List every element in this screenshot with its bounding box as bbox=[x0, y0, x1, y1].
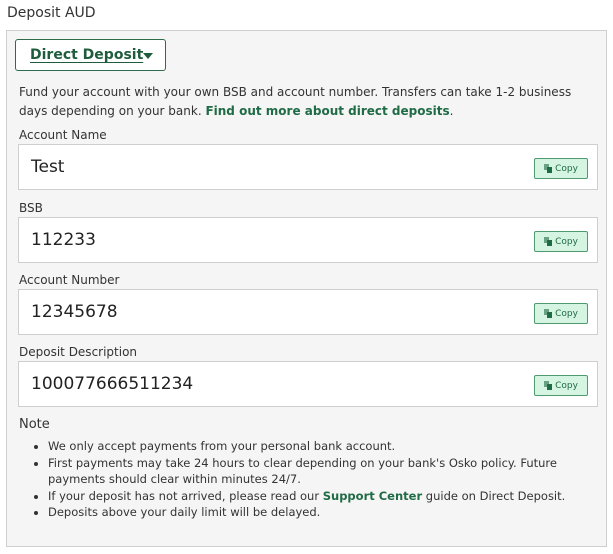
copy-account-name-button[interactable]: Copy bbox=[534, 158, 588, 179]
copy-button-label: Copy bbox=[555, 308, 578, 319]
account-number-value: 12345678 bbox=[31, 302, 118, 322]
bsb-value: 112233 bbox=[31, 230, 96, 250]
direct-deposits-info-link[interactable]: Find out more about direct deposits bbox=[205, 104, 449, 118]
intro-text: Fund your account with your own BSB and … bbox=[19, 83, 579, 121]
copy-icon bbox=[544, 237, 553, 246]
bsb-field: 112233 Copy bbox=[18, 217, 598, 263]
page-title: Deposit AUD bbox=[7, 5, 96, 21]
deposit-description-field: 100077666511234 Copy bbox=[18, 361, 598, 407]
note-item: First payments may take 24 hours to clea… bbox=[48, 455, 594, 488]
account-number-field: 12345678 Copy bbox=[18, 289, 598, 335]
copy-deposit-description-button[interactable]: Copy bbox=[534, 375, 588, 396]
note-title: Note bbox=[19, 417, 50, 432]
note-item-text: guide on Direct Deposit. bbox=[422, 488, 566, 503]
deposit-method-dropdown[interactable]: Direct Deposit bbox=[15, 39, 166, 71]
deposit-description-value: 100077666511234 bbox=[31, 374, 194, 394]
deposit-panel: Direct Deposit Fund your account with yo… bbox=[6, 30, 607, 547]
copy-icon bbox=[544, 381, 553, 390]
note-item: Deposits above your daily limit will be … bbox=[48, 504, 594, 521]
deposit-method-label: Direct Deposit bbox=[30, 47, 144, 63]
account-name-field: Test Copy bbox=[18, 144, 598, 190]
account-name-value: Test bbox=[31, 157, 65, 177]
copy-icon bbox=[544, 309, 553, 318]
note-item-text: If your deposit has not arrived, please … bbox=[48, 488, 323, 503]
account-number-label: Account Number bbox=[19, 273, 120, 287]
copy-button-label: Copy bbox=[555, 380, 578, 391]
bsb-label: BSB bbox=[19, 201, 43, 215]
note-list: We only accept payments from your person… bbox=[19, 438, 594, 521]
copy-bsb-button[interactable]: Copy bbox=[534, 231, 588, 252]
copy-account-number-button[interactable]: Copy bbox=[534, 303, 588, 324]
account-name-label: Account Name bbox=[19, 128, 107, 142]
support-center-link[interactable]: Support Center bbox=[323, 489, 422, 503]
note-item: If your deposit has not arrived, please … bbox=[48, 488, 594, 505]
caret-down-icon bbox=[143, 53, 153, 59]
copy-button-label: Copy bbox=[555, 163, 578, 174]
note-item: We only accept payments from your person… bbox=[48, 438, 594, 455]
intro-suffix: . bbox=[449, 104, 454, 118]
copy-button-label: Copy bbox=[555, 236, 578, 247]
deposit-description-label: Deposit Description bbox=[19, 345, 138, 359]
copy-icon bbox=[544, 164, 553, 173]
